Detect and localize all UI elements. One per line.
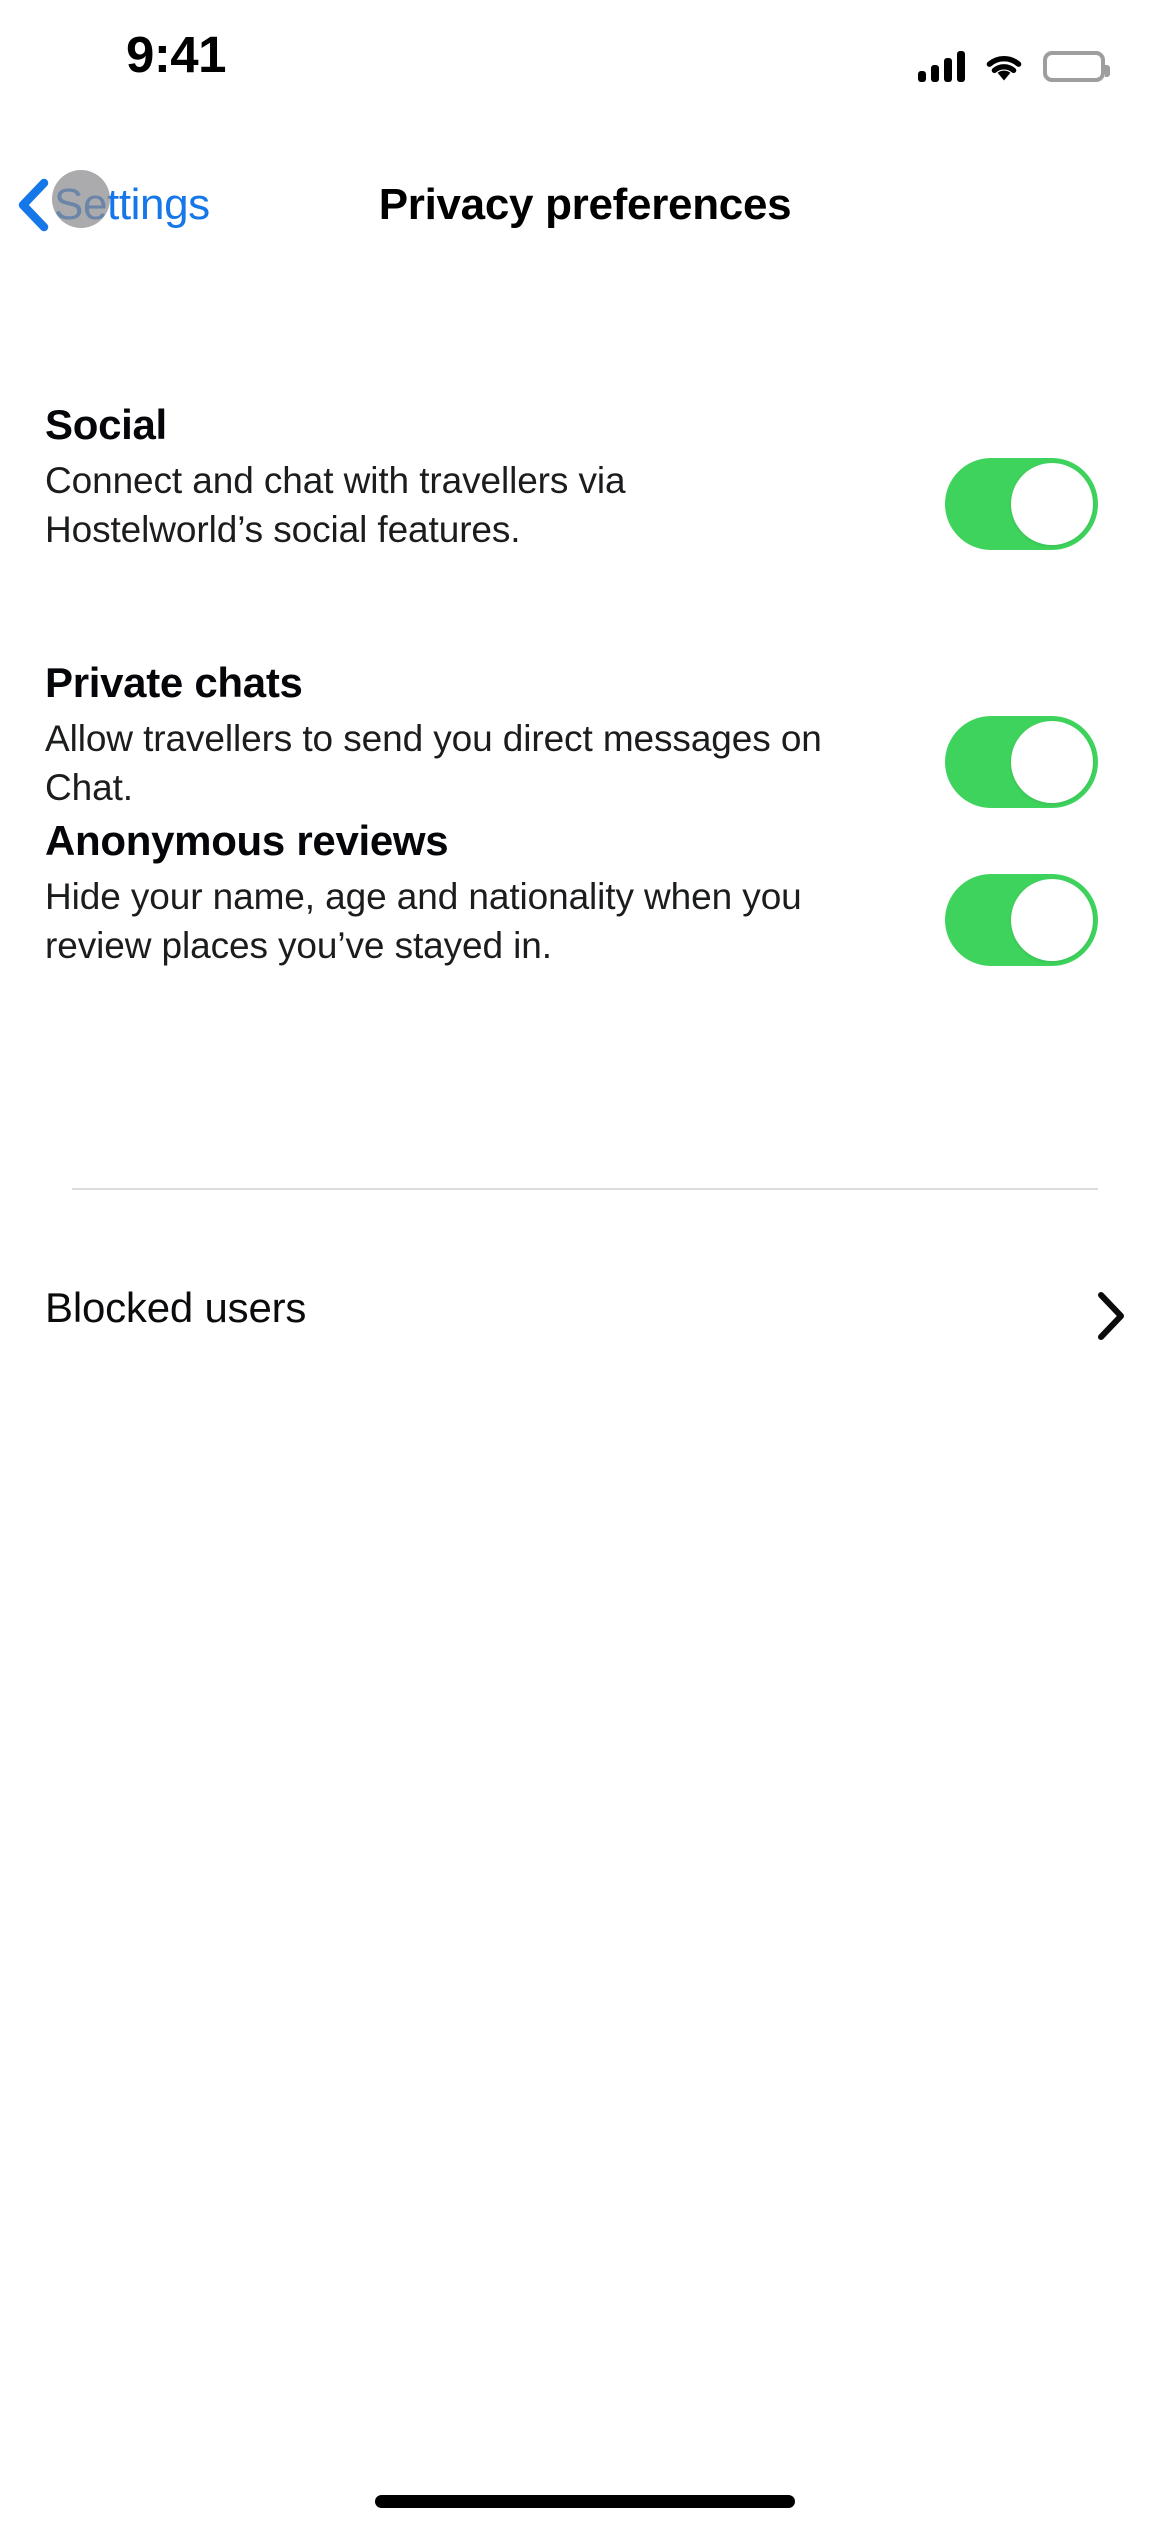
social-toggle[interactable] [945,458,1098,550]
preference-row-social: Social Connect and chat with travellers … [45,400,1125,554]
cellular-signal-icon [918,50,965,82]
battery-full-icon [1043,51,1110,82]
preference-description: Connect and chat with travellers via Hos… [45,460,626,550]
blocked-users-row[interactable]: Blocked users [0,1250,1170,1370]
toggle-knob [1011,879,1093,961]
chevron-right-icon [1090,1288,1130,1344]
preference-text: Social Connect and chat with travellers … [45,400,835,554]
status-bar-time: 9:41 [125,26,227,83]
blocked-users-label: Blocked users [45,1284,307,1331]
preference-row-anonymous-reviews: Anonymous reviews Hide your name, age an… [45,816,1125,970]
anonymous-reviews-toggle[interactable] [945,874,1098,966]
preference-description: Hide your name, age and nationality when… [45,876,802,966]
toggle-knob [1011,463,1093,545]
touch-indicator [52,170,110,228]
preference-text: Private chats Allow travellers to send y… [45,658,835,812]
preference-row-private-chats: Private chats Allow travellers to send y… [45,658,1125,812]
home-indicator [375,2495,795,2508]
status-bar-indicators [918,42,1110,82]
wifi-icon [983,51,1025,82]
private-chats-toggle[interactable] [945,716,1098,808]
preference-text: Anonymous reviews Hide your name, age an… [45,816,875,970]
section-divider [72,1188,1098,1190]
toggle-knob [1011,721,1093,803]
preference-title: Social [45,401,167,448]
phone-screen: 9:41 Privacy preferences Settings Social… [0,0,1170,2532]
navigation-bar: Privacy preferences Settings [0,160,1170,250]
status-bar: 9:41 [0,0,1170,105]
chevron-left-icon [16,177,50,233]
back-button[interactable]: Settings [16,160,210,250]
preference-title: Private chats [45,659,303,706]
preference-description: Allow travellers to send you direct mess… [45,718,822,808]
preference-title: Anonymous reviews [45,817,449,864]
